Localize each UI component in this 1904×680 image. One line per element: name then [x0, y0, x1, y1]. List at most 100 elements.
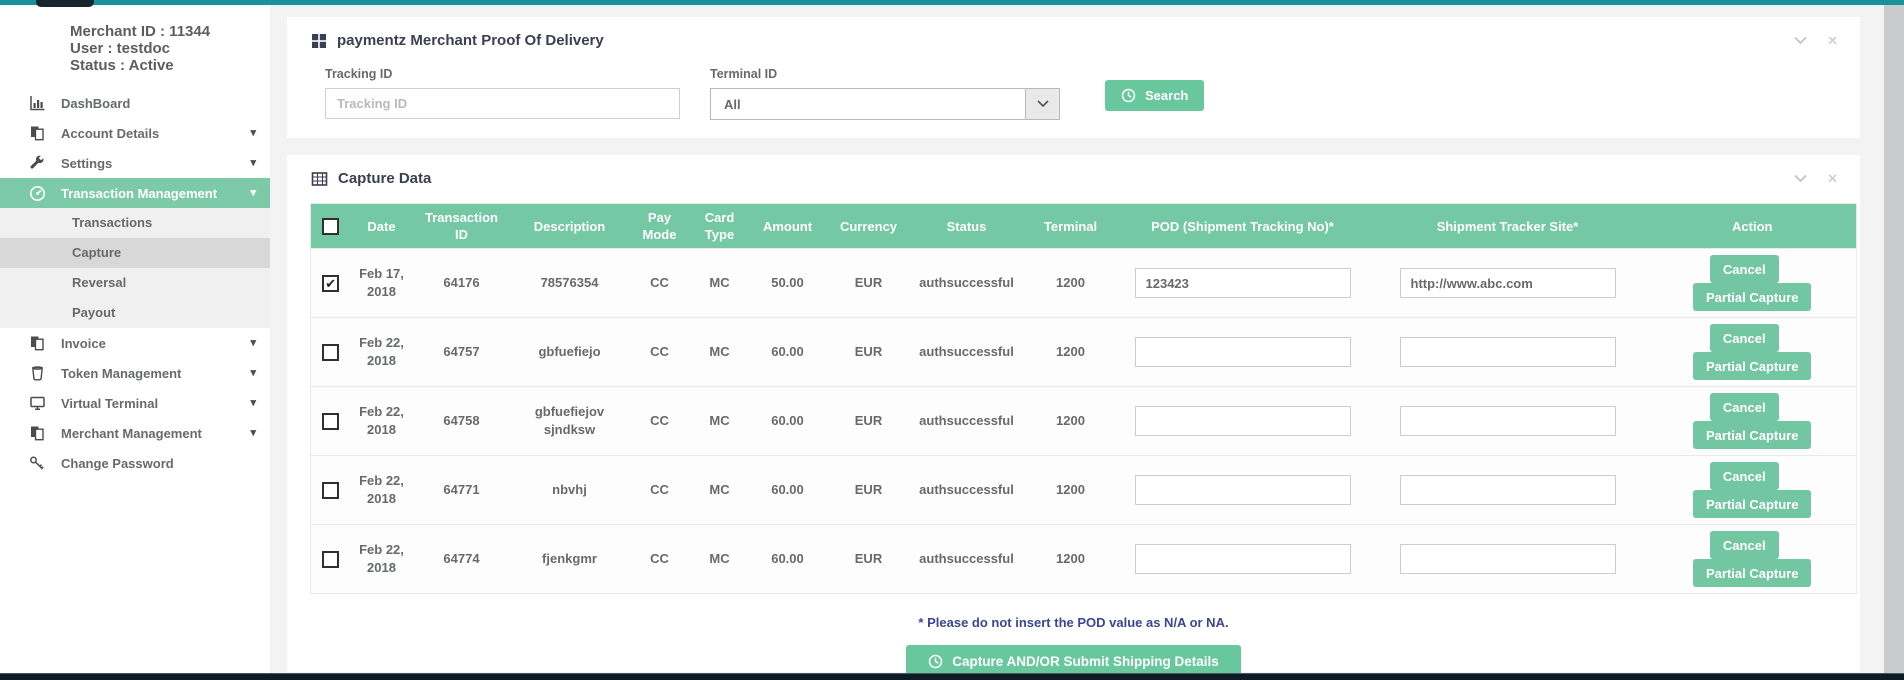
cell-currency: EUR — [827, 456, 911, 525]
select-all-checkbox[interactable] — [322, 218, 339, 235]
top-accent-bar — [0, 0, 1904, 5]
chevron-down-icon: ▾ — [250, 426, 256, 440]
row-checkbox[interactable] — [322, 275, 339, 292]
sidebar-item-dashboard[interactable]: DashBoard — [0, 88, 270, 118]
cell-pay-mode: CC — [629, 456, 691, 525]
cell-card-type: MC — [691, 318, 749, 387]
tracker-site-input[interactable] — [1400, 544, 1616, 574]
row-checkbox[interactable] — [322, 344, 339, 361]
sidebar-item-label: Account Details — [61, 126, 159, 141]
tracker-site-input[interactable] — [1400, 268, 1616, 298]
capture-data-panel-header: Capture Data ✕ — [287, 155, 1860, 197]
chevron-down-icon: ▾ — [250, 366, 256, 380]
sidebar-subitem-payout[interactable]: Payout — [0, 298, 270, 328]
cell-currency: EUR — [827, 249, 911, 318]
sidebar-subitem-transactions[interactable]: Transactions — [0, 208, 270, 238]
sidebar: Merchant ID : 11344 User : testdoc Statu… — [0, 5, 270, 673]
pod-input[interactable] — [1135, 406, 1351, 436]
close-icon[interactable]: ✕ — [1827, 34, 1838, 47]
sidebar-item-label: Invoice — [61, 336, 106, 351]
pod-input[interactable] — [1135, 268, 1351, 298]
cancel-button[interactable]: Cancel — [1710, 393, 1779, 421]
table-row: Feb 22, 2018 64758 gbfuefiejov sjndksw C… — [311, 387, 1857, 456]
collapse-chevron-icon[interactable] — [1794, 174, 1807, 183]
col-transaction-id: Transaction ID — [413, 204, 511, 249]
sidebar-item-virtual-terminal[interactable]: Virtual Terminal ▾ — [0, 388, 270, 418]
panel-title: Capture Data — [338, 170, 431, 187]
transaction-management-submenu: Transactions Capture Reversal Payout — [0, 208, 270, 328]
search-button[interactable]: Search — [1105, 80, 1204, 111]
cell-amount: 60.00 — [749, 525, 827, 594]
sidebar-item-invoice[interactable]: Invoice ▾ — [0, 328, 270, 358]
partial-capture-button[interactable]: Partial Capture — [1693, 490, 1811, 518]
clock-icon — [1121, 88, 1136, 103]
cell-status: authsuccessful — [911, 318, 1023, 387]
search-button-label: Search — [1145, 88, 1188, 103]
terminal-id-label: Terminal ID — [710, 67, 1060, 81]
partial-capture-button[interactable]: Partial Capture — [1693, 559, 1811, 587]
cell-date: Feb 22, 2018 — [351, 318, 413, 387]
cell-card-type: MC — [691, 249, 749, 318]
col-card-type: Card Type — [691, 204, 749, 249]
tracker-site-input[interactable] — [1400, 406, 1616, 436]
top-left-notch — [36, 0, 94, 7]
cancel-button[interactable]: Cancel — [1710, 462, 1779, 490]
cell-currency: EUR — [827, 387, 911, 456]
cell-pay-mode: CC — [629, 387, 691, 456]
col-currency: Currency — [827, 204, 911, 249]
chevron-down-icon: ▾ — [250, 336, 256, 350]
cell-description: fjenkgmr — [511, 525, 629, 594]
collapse-chevron-icon[interactable] — [1794, 36, 1807, 45]
sidebar-item-settings[interactable]: Settings ▾ — [0, 148, 270, 178]
cell-terminal: 1200 — [1023, 318, 1119, 387]
sidebar-item-merchant-management[interactable]: Merchant Management ▾ — [0, 418, 270, 448]
pod-input[interactable] — [1135, 337, 1351, 367]
cancel-button[interactable]: Cancel — [1710, 255, 1779, 283]
col-amount: Amount — [749, 204, 827, 249]
cancel-button[interactable]: Cancel — [1710, 324, 1779, 352]
chevron-down-icon: ▾ — [250, 126, 256, 140]
cell-currency: EUR — [827, 318, 911, 387]
files-icon — [28, 425, 46, 441]
sidebar-item-token-management[interactable]: Token Management ▾ — [0, 358, 270, 388]
col-pay-mode: Pay Mode — [629, 204, 691, 249]
files-icon — [28, 335, 46, 351]
page-root: { "sidebar": { "merchant_id": "Merchant … — [0, 0, 1904, 680]
sidebar-subitem-capture[interactable]: Capture — [0, 238, 270, 268]
partial-capture-button[interactable]: Partial Capture — [1693, 421, 1811, 449]
row-checkbox[interactable] — [322, 551, 339, 568]
cell-description: gbfuefiejo — [511, 318, 629, 387]
tracking-id-input[interactable] — [325, 88, 680, 119]
cancel-button[interactable]: Cancel — [1710, 531, 1779, 559]
cell-amount: 50.00 — [749, 249, 827, 318]
dashboard-icon — [28, 185, 46, 201]
cell-status: authsuccessful — [911, 387, 1023, 456]
cell-transaction-id: 64771 — [413, 456, 511, 525]
cell-terminal: 1200 — [1023, 525, 1119, 594]
partial-capture-button[interactable]: Partial Capture — [1693, 352, 1811, 380]
pod-input[interactable] — [1135, 544, 1351, 574]
table-row: Feb 22, 2018 64771 nbvhj CC MC 60.00 EUR… — [311, 456, 1857, 525]
pod-input[interactable] — [1135, 475, 1351, 505]
row-checkbox[interactable] — [322, 413, 339, 430]
panel-controls: ✕ — [1794, 172, 1838, 185]
cell-description: 78576354 — [511, 249, 629, 318]
cell-date: Feb 22, 2018 — [351, 387, 413, 456]
capture-data-panel: Capture Data ✕ Date Transaction ID Descr… — [287, 155, 1860, 672]
tracker-site-input[interactable] — [1400, 475, 1616, 505]
sidebar-item-transaction-management[interactable]: Transaction Management ▾ — [0, 178, 270, 208]
table-icon — [311, 171, 328, 187]
wrench-icon — [28, 155, 46, 171]
close-icon[interactable]: ✕ — [1827, 172, 1838, 185]
vertical-scrollbar[interactable] — [1884, 5, 1904, 673]
sidebar-item-change-password[interactable]: Change Password — [0, 448, 270, 478]
cell-card-type: MC — [691, 456, 749, 525]
row-checkbox[interactable] — [322, 482, 339, 499]
cell-description: gbfuefiejov sjndksw — [511, 387, 629, 456]
sidebar-item-account-details[interactable]: Account Details ▾ — [0, 118, 270, 148]
partial-capture-button[interactable]: Partial Capture — [1693, 283, 1811, 311]
terminal-id-select[interactable]: All — [710, 88, 1060, 120]
sidebar-subitem-reversal[interactable]: Reversal — [0, 268, 270, 298]
tracker-site-input[interactable] — [1400, 337, 1616, 367]
key-icon — [28, 455, 46, 471]
